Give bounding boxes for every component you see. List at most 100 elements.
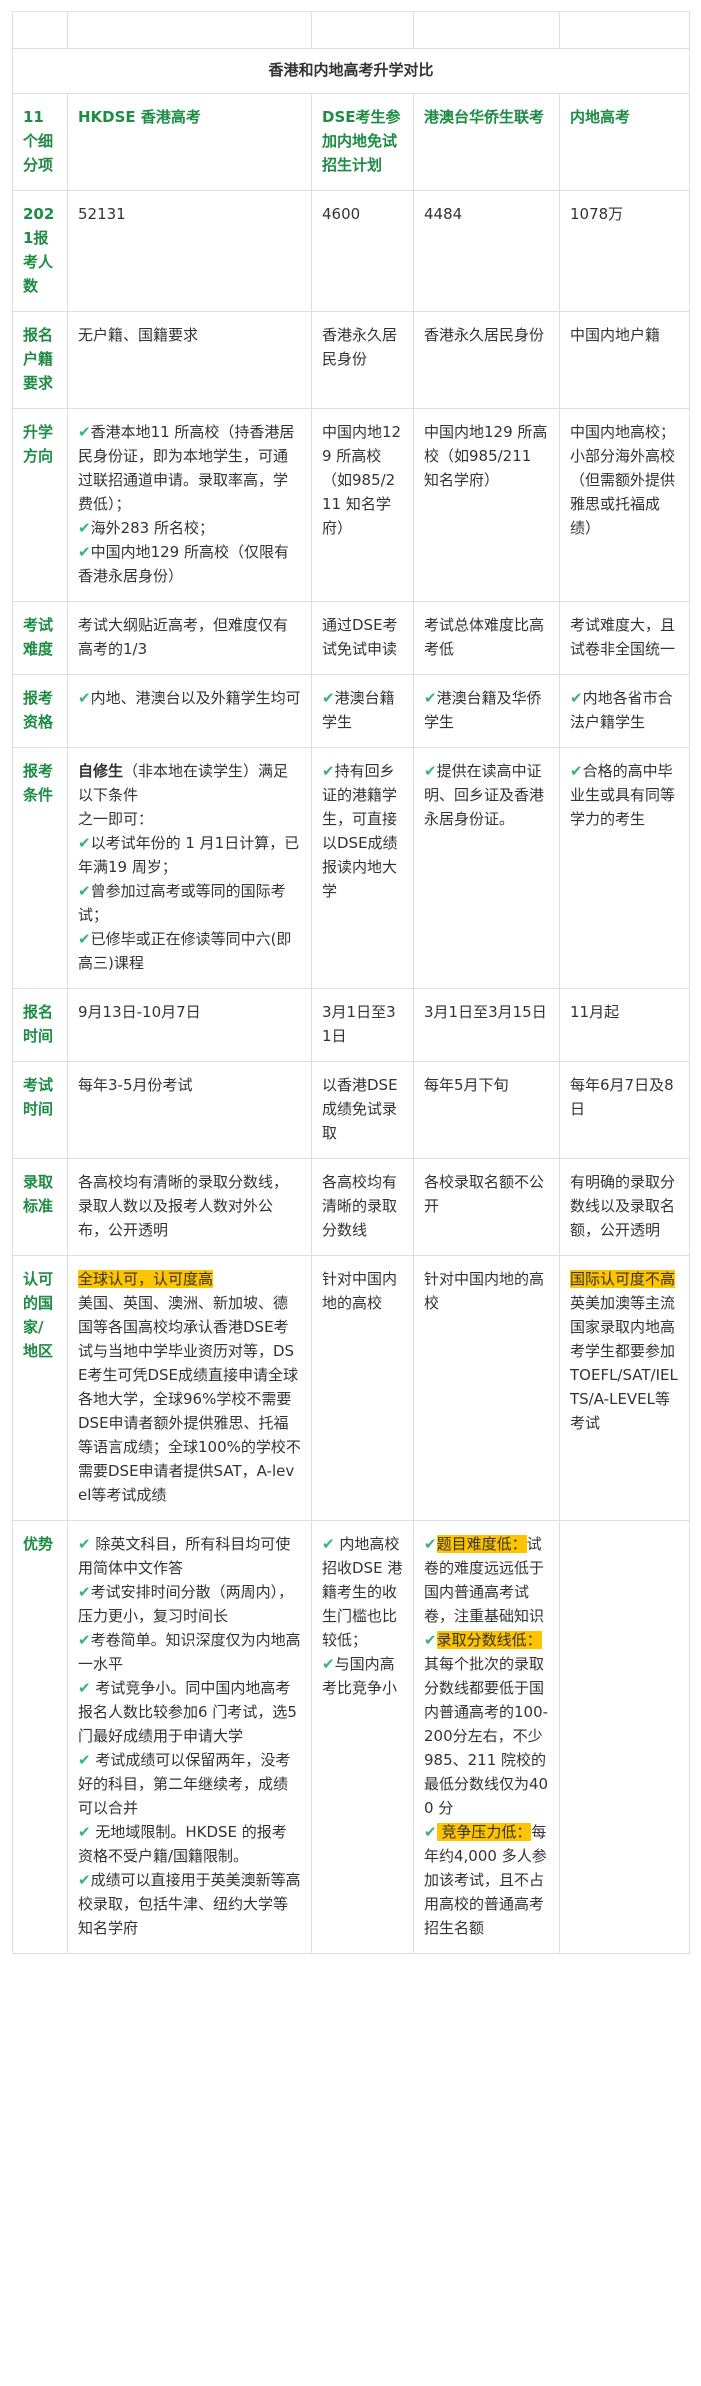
- highlight: 录取分数线低：: [436, 1631, 542, 1649]
- cell-text: 中国内地129 所高校（如985/211 知名学府）: [413, 408, 560, 602]
- check-icon: ✔: [78, 1679, 91, 1697]
- check-icon: ✔: [322, 1655, 335, 1673]
- row-label-reg-time: 报名时间: [12, 988, 68, 1062]
- table-row: 考试难度 考试大纲贴近高考，但难度仅有高考的1/3 通过DSE考试免试申读 考试…: [12, 601, 690, 675]
- cell-text: 考试难度大，且试卷非全国统一: [559, 601, 690, 675]
- check-icon: ✔: [322, 689, 335, 707]
- cell-text: 每年3-5月份考试: [67, 1061, 312, 1159]
- row-label-hukou: 报名户籍要求: [12, 311, 68, 409]
- comparison-table-wrapper: 香港和内地高考升学对比 11个细分项 HKDSE 香港高考 DSE考生参加内地免…: [12, 11, 690, 1954]
- header-hkdse: HKDSE 香港高考: [67, 93, 312, 191]
- cell-text: 各校录取名额不公开: [413, 1158, 560, 1256]
- header-row: 11个细分项 HKDSE 香港高考 DSE考生参加内地免试招生计划 港澳台华侨生…: [12, 93, 690, 191]
- cell-text: 中国内地户籍: [559, 311, 690, 409]
- row-label-difficulty: 考试难度: [12, 601, 68, 675]
- row-label-conditions: 报考条件: [12, 747, 68, 989]
- check-icon: ✔: [570, 689, 583, 707]
- check-icon: ✔: [424, 762, 437, 780]
- cell-text: 针对中国内地的高校: [311, 1255, 414, 1521]
- cell-text: 每年6月7日及8日: [559, 1061, 690, 1159]
- cell-text: 各高校均有清晰的录取分数线，录取人数以及报考人数对外公布，公开透明: [67, 1158, 312, 1256]
- cell-text: 中国内地高校；小部分海外高校（但需额外提供雅思或托福成绩）: [559, 408, 690, 602]
- check-icon: ✔: [78, 689, 91, 707]
- row-label-direction: 升学方向: [12, 408, 68, 602]
- cell-text: 4484: [413, 190, 560, 312]
- table-row: 认可的国家/地区 全球认可，认可度高 美国、英国、澳洲、新加坡、德国等各国高校均…: [12, 1255, 690, 1521]
- row-label-admission: 录取标准: [12, 1158, 68, 1256]
- cell-list: 自修生（非本地在读学生）满足以下条件 之一即可： ✔以考试年份的 1 月1日计算…: [67, 747, 312, 989]
- cell-text: 有明确的录取分数线以及录取名额，公开透明: [559, 1158, 690, 1256]
- highlight: 国际认可度不高: [570, 1270, 676, 1288]
- check-icon: ✔: [424, 689, 437, 707]
- row-label-eligibility: 报考资格: [12, 674, 68, 748]
- table-row: 优势 ✔ 除英文科目，所有科目均可使用简体中文作答 ✔考试安排时间分散（两周内）…: [12, 1520, 690, 1954]
- table-row: 报考条件 自修生（非本地在读学生）满足以下条件 之一即可： ✔以考试年份的 1 …: [12, 747, 690, 989]
- cell-text: 4600: [311, 190, 414, 312]
- empty-cell: [67, 11, 312, 49]
- header-dse-mainland: DSE考生参加内地免试招生计划: [311, 93, 414, 191]
- cell-text: [559, 1520, 690, 1954]
- check-icon: ✔: [78, 1751, 91, 1769]
- cell-text: 3月1日至31日: [311, 988, 414, 1062]
- table-row: 报名户籍要求 无户籍、国籍要求 香港永久居民身份 香港永久居民身份 中国内地户籍: [12, 311, 690, 409]
- cell-list: ✔香港本地11 所高校（持香港居民身份证，即为本地学生，可通过联招通道申请。录取…: [67, 408, 312, 602]
- table-row: 考试时间 每年3-5月份考试 以香港DSE成绩免试录取 每年5月下旬 每年6月7…: [12, 1061, 690, 1159]
- empty-cell: [413, 11, 560, 49]
- check-icon: ✔: [78, 930, 91, 948]
- cell-text: 9月13日-10月7日: [67, 988, 312, 1062]
- table-row: 录取标准 各高校均有清晰的录取分数线，录取人数以及报考人数对外公布，公开透明 各…: [12, 1158, 690, 1256]
- check-icon: ✔: [78, 423, 91, 441]
- cell-text: 52131: [67, 190, 312, 312]
- cell-list: ✔港澳台籍学生: [311, 674, 414, 748]
- check-icon: ✔: [78, 1823, 91, 1841]
- cell-list: ✔ 内地高校招收DSE 港籍考生的收生门槛也比较低； ✔与国内高考比竞争小: [311, 1520, 414, 1954]
- check-icon: ✔: [78, 1871, 91, 1889]
- table-row: 报考资格 ✔内地、港澳台以及外籍学生均可 ✔港澳台籍学生 ✔港澳台籍及华侨学生 …: [12, 674, 690, 748]
- cell-text: 考试大纲贴近高考，但难度仅有高考的1/3: [67, 601, 312, 675]
- empty-cell: [12, 11, 68, 49]
- cell-list: ✔题目难度低：试卷的难度远远低于国内普通高考试卷，注重基础知识 ✔录取分数线低：…: [413, 1520, 560, 1954]
- check-icon: ✔: [78, 1535, 91, 1553]
- cell-text: 每年5月下旬: [413, 1061, 560, 1159]
- check-icon: ✔: [322, 1535, 335, 1553]
- highlight: 题目难度低：: [436, 1535, 527, 1553]
- table-row: 2021报考人数 52131 4600 4484 1078万: [12, 190, 690, 312]
- comparison-table: 香港和内地高考升学对比 11个细分项 HKDSE 香港高考 DSE考生参加内地免…: [12, 11, 690, 1954]
- cell-text: 3月1日至3月15日: [413, 988, 560, 1062]
- cell-text: 11月起: [559, 988, 690, 1062]
- row-label-advantage: 优势: [12, 1520, 68, 1954]
- cell-list: ✔内地各省市合法户籍学生: [559, 674, 690, 748]
- check-icon: ✔: [78, 834, 91, 852]
- cell-list: ✔持有回乡证的港籍学生，可直接以DSE成绩报读内地大学: [311, 747, 414, 989]
- cell-text: 以香港DSE成绩免试录取: [311, 1061, 414, 1159]
- cell-text: 中国内地129 所高校（如985/211 知名学府）: [311, 408, 414, 602]
- check-icon: ✔: [424, 1535, 437, 1553]
- header-joint-exam: 港澳台华侨生联考: [413, 93, 560, 191]
- row-label-exam-time: 考试时间: [12, 1061, 68, 1159]
- table-title: 香港和内地高考升学对比: [12, 48, 690, 94]
- cell-rich: 全球认可，认可度高 美国、英国、澳洲、新加坡、德国等各国高校均承认香港DSE考试…: [67, 1255, 312, 1521]
- title-row: 香港和内地高考升学对比: [12, 48, 690, 94]
- cell-list: ✔提供在读高中证明、回乡证及香港永居身份证。: [413, 747, 560, 989]
- cell-text: 针对中国内地的高校: [413, 1255, 560, 1521]
- cell-text: 各高校均有清晰的录取分数线: [311, 1158, 414, 1256]
- highlight: 竞争压力低：: [436, 1823, 532, 1841]
- cell-text: 通过DSE考试免试申读: [311, 601, 414, 675]
- check-icon: ✔: [424, 1631, 437, 1649]
- cell-text: 香港永久居民身份: [311, 311, 414, 409]
- check-icon: ✔: [78, 1583, 91, 1601]
- cell-rich: 国际认可度不高 英美加澳等主流国家录取内地高考学生都要参加TOEFL/SAT/I…: [559, 1255, 690, 1521]
- row-label-count: 2021报考人数: [12, 190, 68, 312]
- empty-cell: [559, 11, 690, 49]
- cell-text: 考试总体难度比高考低: [413, 601, 560, 675]
- check-icon: ✔: [78, 519, 91, 537]
- cell-list: ✔港澳台籍及华侨学生: [413, 674, 560, 748]
- cell-list: ✔内地、港澳台以及外籍学生均可: [67, 674, 312, 748]
- cell-text: 1078万: [559, 190, 690, 312]
- header-gaokao: 内地高考: [559, 93, 690, 191]
- table-row: 升学方向 ✔香港本地11 所高校（持香港居民身份证，即为本地学生，可通过联招通道…: [12, 408, 690, 602]
- header-item: 11个细分项: [12, 93, 68, 191]
- cell-text: 无户籍、国籍要求: [67, 311, 312, 409]
- check-icon: ✔: [78, 882, 91, 900]
- empty-cell: [311, 11, 414, 49]
